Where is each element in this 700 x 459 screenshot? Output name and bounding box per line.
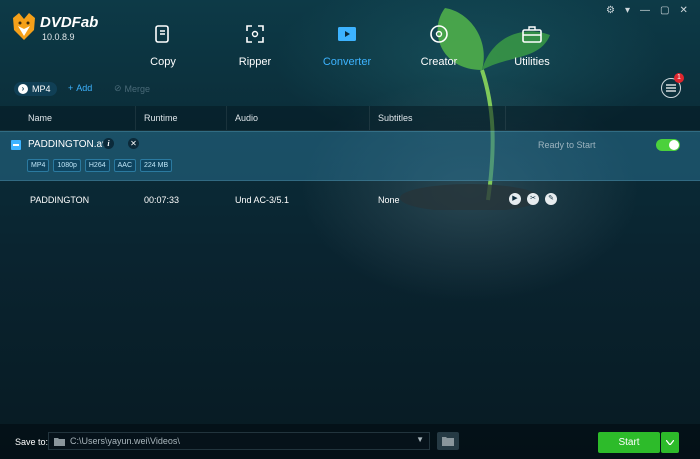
column-subtitles: Subtitles <box>370 106 506 130</box>
nav-ripper[interactable]: Ripper <box>220 22 290 70</box>
browse-button[interactable] <box>437 432 459 450</box>
plus-icon: + <box>68 83 74 93</box>
collapse-icon[interactable] <box>11 140 21 150</box>
column-audio: Audio <box>227 106 370 130</box>
save-path-input[interactable] <box>70 434 400 448</box>
brand-name: DVDFab <box>40 14 99 31</box>
version-label: 10.0.8.9 <box>42 32 75 42</box>
task-list-icon <box>666 84 676 92</box>
file-tags: MP4 1080p H264 AAC 224 MB <box>27 159 173 172</box>
column-name: Name <box>20 106 136 130</box>
column-runtime: Runtime <box>136 106 227 130</box>
nav-utilities[interactable]: Utilities <box>497 22 567 70</box>
title-name: PADDINGTON <box>30 195 90 205</box>
title-subtitles[interactable]: None <box>378 195 400 205</box>
copy-icon <box>155 25 169 43</box>
browse-folder-icon <box>442 437 454 446</box>
nav-label-creator: Creator <box>420 56 458 68</box>
nav-creator[interactable]: Creator <box>404 22 474 70</box>
merge-label: Merge <box>124 83 151 94</box>
remove-file-icon[interactable]: ✕ <box>128 138 139 149</box>
dvdfab-logo: DVDFab 10.0.8.9 <box>10 12 100 44</box>
profile-arrow-icon: › <box>18 84 28 94</box>
nav-label-utilities: Utilities <box>514 56 550 68</box>
play-icon[interactable]: ▶ <box>509 193 521 205</box>
nav-copy[interactable]: Copy <box>128 22 198 70</box>
info-icon[interactable]: i <box>103 138 114 149</box>
utilities-icon <box>522 26 542 43</box>
task-count-badge: 1 <box>674 73 684 83</box>
nav-label-converter: Converter <box>322 56 372 68</box>
tag-size: 224 MB <box>140 159 173 172</box>
nav-converter[interactable]: Converter <box>312 22 382 70</box>
status-text: Ready to Start <box>538 140 596 150</box>
profile-button[interactable]: › MP4 <box>14 82 57 96</box>
tag-audio-codec: AAC <box>113 159 137 172</box>
ripper-icon <box>246 25 264 43</box>
column-header: Name Runtime Audio Subtitles <box>0 106 700 131</box>
save-path-field[interactable]: ▼ <box>48 432 430 450</box>
chevron-down-icon <box>666 440 674 445</box>
title-actions: ▶ ✂ ✎ <box>509 193 557 205</box>
start-options-button[interactable] <box>661 432 679 453</box>
task-queue-button[interactable]: 1 <box>661 73 684 98</box>
bottom-bar: Save to: ▼ Start <box>0 424 700 459</box>
start-button[interactable]: Start <box>598 432 660 453</box>
tag-format: MP4 <box>27 159 50 172</box>
tag-resolution: 1080p <box>53 159 81 172</box>
window-controls: ⚙ ▾ — ▢ ✕ <box>606 5 688 16</box>
fox-logo-icon <box>13 13 35 40</box>
nav-label-copy: Copy <box>150 56 176 68</box>
file-name: PADDINGTON.avi <box>28 139 110 150</box>
merge-icon: ⊘ <box>114 83 122 93</box>
creator-icon <box>430 25 448 43</box>
tag-codec: H264 <box>84 159 110 172</box>
menu-dropdown-icon[interactable]: ▾ <box>625 5 630 16</box>
add-label: Add <box>76 83 93 93</box>
title-row[interactable]: PADDINGTON 00:07:33 Und AC-3/5.1 None ▶ … <box>0 188 700 212</box>
close-window-icon[interactable]: ✕ <box>679 5 687 16</box>
edit-cut-icon[interactable]: ✂ <box>527 193 539 205</box>
title-audio[interactable]: Und AC-3/5.1 <box>235 195 289 205</box>
path-dropdown-icon[interactable]: ▼ <box>416 435 424 444</box>
file-row[interactable]: PADDINGTON.avi i ✕ Ready to Start MP4 10… <box>0 131 700 181</box>
add-button[interactable]: + Add <box>68 83 92 93</box>
settings-wrench-icon[interactable]: ✎ <box>545 193 557 205</box>
title-runtime: 00:07:33 <box>144 195 180 205</box>
nav-label-ripper: Ripper <box>238 56 272 68</box>
minimize-icon[interactable]: — <box>640 5 650 16</box>
maximize-icon[interactable]: ▢ <box>660 5 669 16</box>
enable-toggle[interactable] <box>656 139 680 151</box>
save-to-label: Save to: <box>15 437 49 447</box>
profile-label: MP4 <box>32 84 51 94</box>
settings-icon[interactable]: ⚙ <box>606 5 615 16</box>
folder-icon <box>54 438 65 446</box>
app-window: ⚙ ▾ — ▢ ✕ DVDFab 10.0.8.9 Copy Ripper Co… <box>0 0 700 459</box>
merge-button[interactable]: ⊘ Merge <box>114 83 150 94</box>
converter-icon <box>338 27 356 41</box>
